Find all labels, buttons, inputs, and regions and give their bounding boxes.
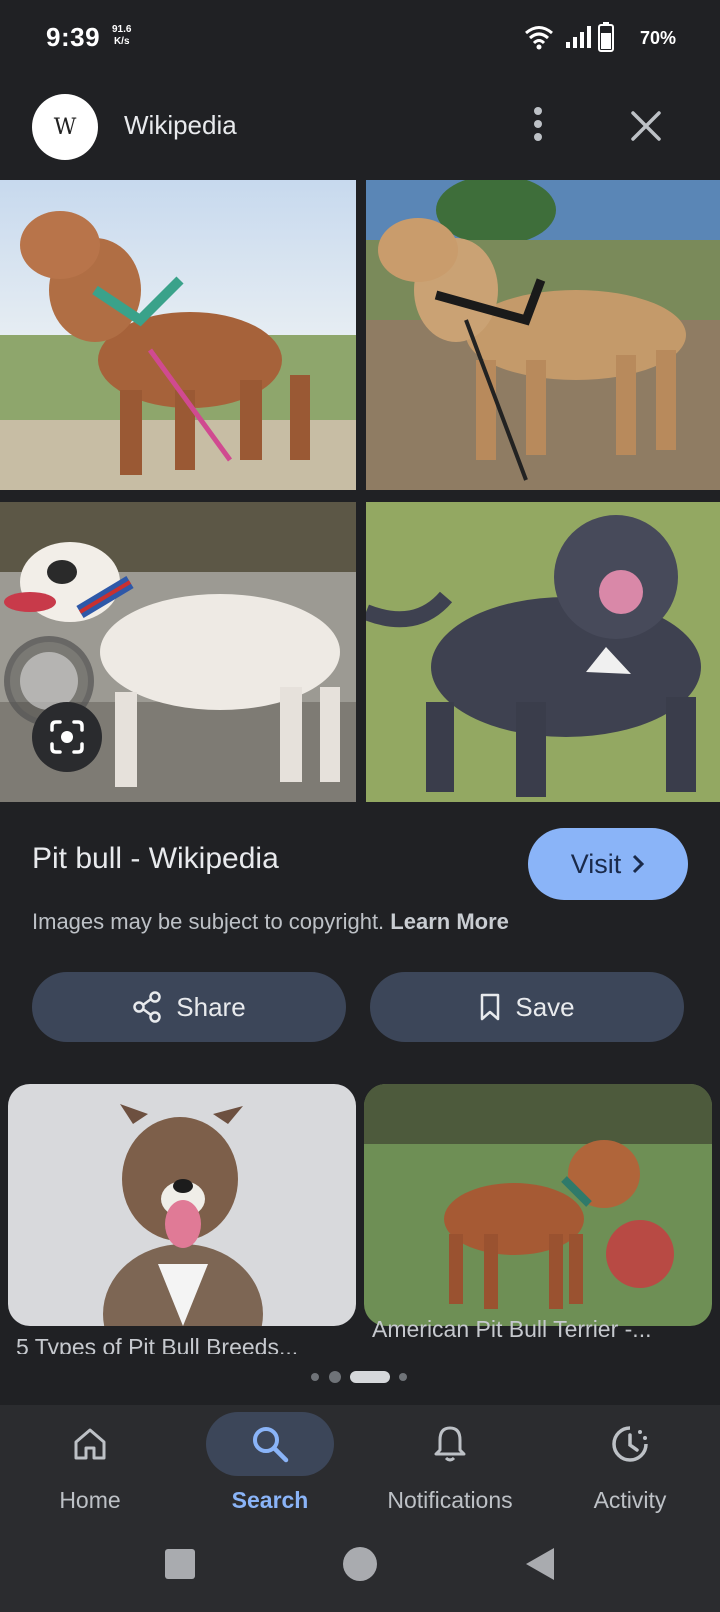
logo-letter: W: [53, 114, 77, 140]
wikipedia-logo: W: [32, 94, 98, 160]
bell-icon: [420, 1420, 480, 1468]
visit-button[interactable]: Visit: [528, 828, 688, 900]
battery-icon: [598, 22, 614, 52]
nav-home[interactable]: Home: [0, 1412, 180, 1532]
network-speed: 91.6 K/s: [112, 24, 131, 48]
back-button[interactable]: [524, 1546, 556, 1582]
home-icon: [60, 1420, 120, 1468]
nav-search[interactable]: Search: [180, 1412, 360, 1532]
activity-icon: [600, 1420, 660, 1468]
result-title: Pit bull - Wikipedia: [32, 842, 279, 875]
copyright-text: Images may be subject to copyright.: [32, 909, 385, 934]
wifi-icon: [525, 26, 553, 50]
more-options-icon[interactable]: [530, 104, 546, 144]
dog-image-2[interactable]: [366, 180, 720, 490]
dog-image-1[interactable]: [0, 180, 356, 490]
carousel-dot-active: [350, 1371, 390, 1383]
save-label: Save: [515, 991, 575, 1022]
nav-activity[interactable]: Activity: [540, 1412, 720, 1532]
lens-button[interactable]: [32, 702, 102, 772]
bookmark-icon: [481, 993, 500, 1021]
search-icon: [240, 1420, 300, 1468]
share-icon: [133, 991, 162, 1023]
nav-search-label: Search: [231, 1487, 309, 1513]
nav-notifications[interactable]: Notifications: [360, 1412, 540, 1532]
related-caption-2[interactable]: American Pit Bull Terrier -...: [372, 1316, 712, 1343]
related-image-1[interactable]: [8, 1084, 356, 1326]
chevron-right-icon: [633, 854, 645, 874]
related-caption-1[interactable]: 5 Types of Pit Bull Breeds...: [16, 1334, 336, 1354]
close-icon[interactable]: [630, 110, 662, 142]
source-title: Wikipedia: [124, 110, 237, 140]
network-speed-unit: K/s: [113, 36, 130, 47]
carousel-dot: [329, 1371, 341, 1383]
share-button[interactable]: Share: [32, 972, 346, 1042]
share-label: Share: [176, 991, 246, 1022]
nav-activity-label: Activity: [593, 1487, 667, 1513]
copyright-notice: Images may be subject to copyright. Lear…: [32, 909, 509, 935]
visit-label: Visit: [570, 848, 622, 879]
lens-icon: [50, 720, 84, 754]
learn-more-link[interactable]: Learn More: [390, 909, 509, 934]
nav-notifications-label: Notifications: [387, 1487, 513, 1513]
carousel-dot: [311, 1373, 319, 1381]
home-system-button[interactable]: [343, 1547, 377, 1581]
signal-icon: [566, 26, 591, 48]
dog-image-4[interactable]: [366, 502, 720, 802]
carousel-dot: [399, 1373, 407, 1381]
recents-button[interactable]: [165, 1549, 195, 1579]
save-button[interactable]: Save: [370, 972, 684, 1042]
related-image-2[interactable]: [364, 1084, 712, 1326]
network-speed-value: 91.6: [112, 24, 132, 35]
nav-home-label: Home: [59, 1487, 121, 1513]
battery-percentage: 70%: [640, 28, 677, 48]
status-time: 9:39: [46, 22, 101, 52]
